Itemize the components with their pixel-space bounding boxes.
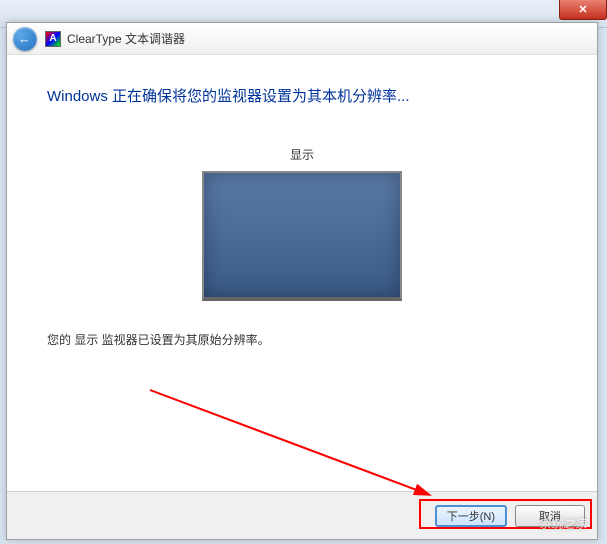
back-arrow-icon: ← — [18, 31, 31, 46]
display-section: 显示 — [47, 146, 557, 301]
window-close-button[interactable]: ✕ — [559, 0, 607, 20]
button-bar: 下一步(N) 取消 — [7, 491, 597, 539]
titlebar: ← A ClearType 文本调谐器 — [7, 23, 597, 55]
app-icon: A — [45, 31, 61, 47]
monitor-preview-icon — [202, 171, 402, 301]
close-icon: ✕ — [578, 3, 587, 16]
back-button[interactable]: ← — [13, 27, 37, 51]
cancel-button[interactable]: 取消 — [515, 505, 585, 527]
window-title: ClearType 文本调谐器 — [67, 30, 185, 47]
content-area: Windows 正在确保将您的监视器设置为其本机分辨率... 显示 您的 显示 … — [7, 55, 597, 491]
status-text: 您的 显示 监视器已设置为其原始分辨率。 — [47, 331, 557, 348]
page-heading: Windows 正在确保将您的监视器设置为其本机分辨率... — [47, 85, 557, 106]
display-label: 显示 — [47, 146, 557, 163]
next-button[interactable]: 下一步(N) — [435, 505, 507, 527]
dialog-window: ← A ClearType 文本调谐器 Windows 正在确保将您的监视器设置… — [6, 22, 598, 540]
